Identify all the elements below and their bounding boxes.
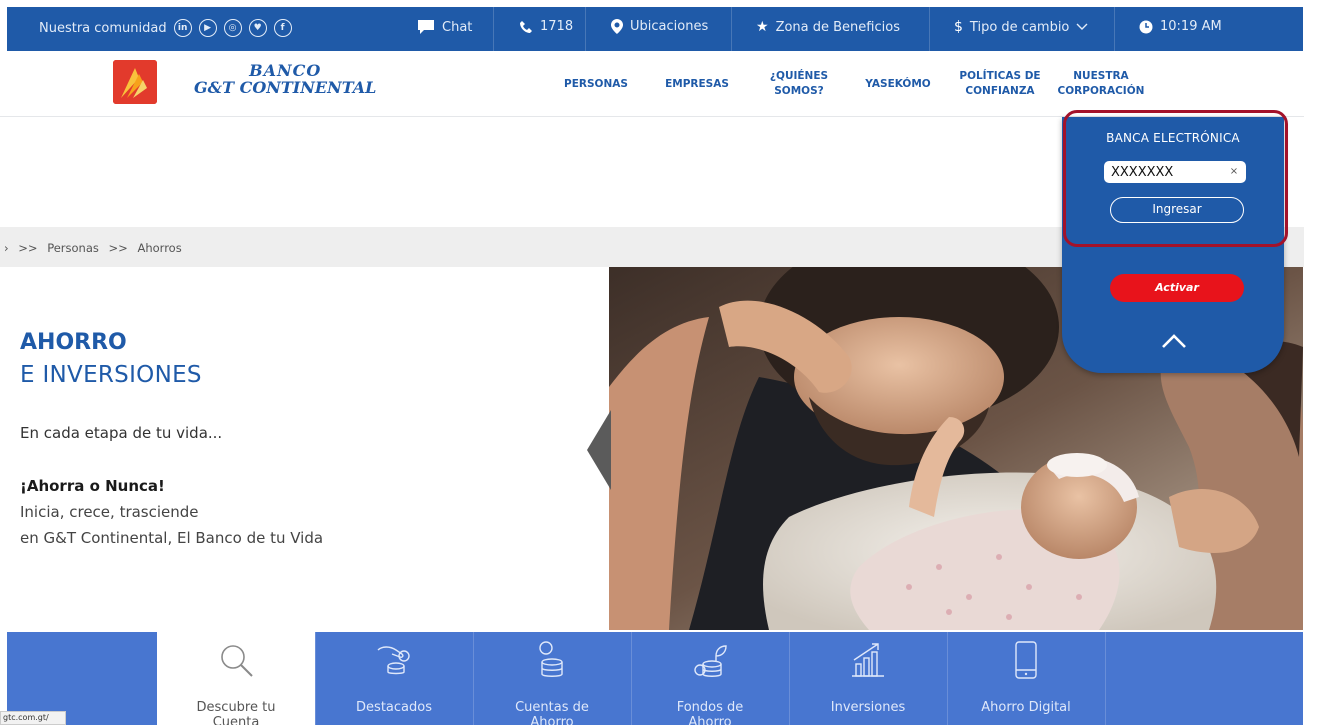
category-cuentas-ahorro[interactable]: Cuentas de Ahorro (473, 632, 631, 725)
nav-politicas[interactable]: POLÍTICAS DE CONFIANZA (953, 51, 1047, 117)
topbar-divider (493, 7, 494, 51)
time-label: 10:19 AM (1160, 19, 1222, 34)
benefits-link[interactable]: ★ Zona de Beneficios (756, 19, 900, 35)
topbar-divider (585, 7, 586, 51)
category-destacados[interactable]: Destacados (315, 632, 473, 725)
category-descubre-cuenta[interactable]: Descubre tu Cuenta (157, 632, 315, 725)
category-label: Destacados (356, 700, 432, 715)
coin-stack-icon (539, 641, 563, 677)
plant-coins-icon (694, 645, 727, 677)
facebook-icon[interactable]: f (273, 19, 292, 37)
hero-title: AHORRO (20, 330, 127, 355)
breadcrumb-lead: › (4, 241, 9, 255)
location-pin-icon (611, 19, 623, 34)
category-inversiones[interactable]: Inversiones (789, 632, 947, 725)
hero-tagline: ¡Ahorra o Nunca! (20, 477, 165, 495)
main-header: BANCO G&T CONTINENTAL PERSONAS EMPRESAS … (0, 51, 1304, 117)
category-ahorro-digital[interactable]: Ahorro Digital (947, 632, 1105, 725)
nav-nuestra-line1: NUESTRA (1073, 70, 1129, 82)
category-fondos-ahorro[interactable]: Fondos de Ahorro (631, 632, 789, 725)
logo-line-1: BANCO (249, 61, 322, 80)
topbar-divider (929, 7, 930, 51)
exchange-rate-dropdown[interactable]: $ Tipo de cambio (954, 19, 1088, 35)
breadcrumb-separator: >> (108, 241, 128, 255)
top-bar: Nuestra comunidad in ▶ ◎ ♥ f Chat 1718 U… (7, 7, 1303, 51)
highlight-frame (1063, 110, 1288, 247)
nav-quienes-somos[interactable]: ¿QUIÉNES SOMOS? (760, 51, 838, 117)
hero-subtitle: E INVERSIONES (20, 362, 202, 388)
category-label: Ahorro Digital (981, 700, 1071, 715)
breadcrumb-item-ahorros: Ahorros (137, 241, 182, 255)
nav-nuestra-corporacion[interactable]: NUESTRA CORPORACIÓN (1052, 51, 1150, 117)
growth-chart-icon (852, 643, 884, 677)
category-label: Fondos de Ahorro (676, 700, 744, 725)
category-label: Inversiones (830, 700, 906, 715)
bank-logo-icon[interactable] (113, 60, 157, 104)
smartphone-icon (1015, 641, 1037, 679)
category-label: Descubre tu Cuenta (196, 700, 276, 725)
benefits-label: Zona de Beneficios (775, 19, 900, 35)
category-divider (1105, 632, 1106, 725)
hero-line-1: Inicia, crece, trasciende (20, 503, 199, 521)
hero-line-2: en G&T Continental, El Banco de tu Vida (20, 529, 324, 547)
linkedin-icon[interactable]: in (173, 19, 192, 37)
nav-yasekomo[interactable]: YASEKÓMO (860, 51, 936, 117)
chat-label: Chat (442, 19, 473, 35)
status-bar-url: gtc.com.gt/ (0, 711, 66, 725)
clock-icon (1139, 20, 1153, 33)
nav-empresas-label: EMPRESAS (665, 77, 729, 90)
star-icon: ★ (756, 19, 769, 35)
community-label: Nuestra comunidad (39, 20, 167, 36)
nav-nuestra-line2: CORPORACIÓN (1057, 85, 1145, 97)
phone-icon (520, 20, 532, 33)
exchange-rate-label: Tipo de cambio (969, 19, 1070, 35)
locations-label: Ubicaciones (630, 19, 709, 34)
dollar-icon: $ (954, 19, 963, 35)
hero-lead: En cada etapa de tu vida... (20, 424, 223, 442)
locations-link[interactable]: Ubicaciones (611, 19, 708, 34)
topbar-divider (1114, 7, 1115, 51)
instagram-icon[interactable]: ◎ (223, 19, 242, 37)
logo-line-2: G&T CONTINENTAL (194, 78, 377, 97)
clock-group: 10:19 AM (1139, 19, 1222, 34)
chevron-down-icon (1076, 23, 1088, 30)
nav-quienes-line2: SOMOS? (774, 85, 824, 97)
activate-button[interactable]: Activar (1110, 274, 1244, 302)
community-group: Nuestra comunidad in ▶ ◎ ♥ f (39, 19, 292, 37)
twitter-icon[interactable]: ♥ (248, 19, 267, 37)
chevron-up-icon[interactable] (1159, 331, 1189, 351)
phone-link[interactable]: 1718 (519, 19, 573, 34)
hero-slider-notch (587, 410, 611, 490)
topbar-divider (731, 7, 732, 51)
youtube-icon[interactable]: ▶ (198, 19, 217, 37)
savings-category-nav: Descubre tu Cuenta Destacados Cuentas de A… (7, 632, 1303, 725)
breadcrumb-separator: >> (18, 241, 38, 255)
nav-personas-label: PERSONAS (564, 77, 628, 90)
nav-empresas[interactable]: EMPRESAS (660, 51, 734, 117)
nav-yasekomo-label: YASEKÓMO (865, 77, 931, 90)
hand-coins-icon (377, 646, 410, 675)
nav-politicas-line2: CONFIANZA (965, 85, 1035, 97)
bank-logo-text[interactable]: BANCO G&T CONTINENTAL (194, 62, 376, 96)
nav-politicas-line1: POLÍTICAS DE (959, 70, 1041, 82)
nav-quienes-line1: ¿QUIÉNES (769, 70, 829, 82)
phone-label: 1718 (540, 19, 574, 34)
page: Nuestra comunidad in ▶ ◎ ♥ f Chat 1718 U… (0, 0, 1319, 725)
magnifier-icon (221, 645, 253, 677)
chat-icon (418, 20, 434, 34)
nav-personas[interactable]: PERSONAS (560, 51, 632, 117)
breadcrumb-item-personas[interactable]: Personas (47, 241, 99, 255)
category-label: Cuentas de Ahorro (515, 700, 589, 725)
chat-link[interactable]: Chat (417, 19, 472, 35)
